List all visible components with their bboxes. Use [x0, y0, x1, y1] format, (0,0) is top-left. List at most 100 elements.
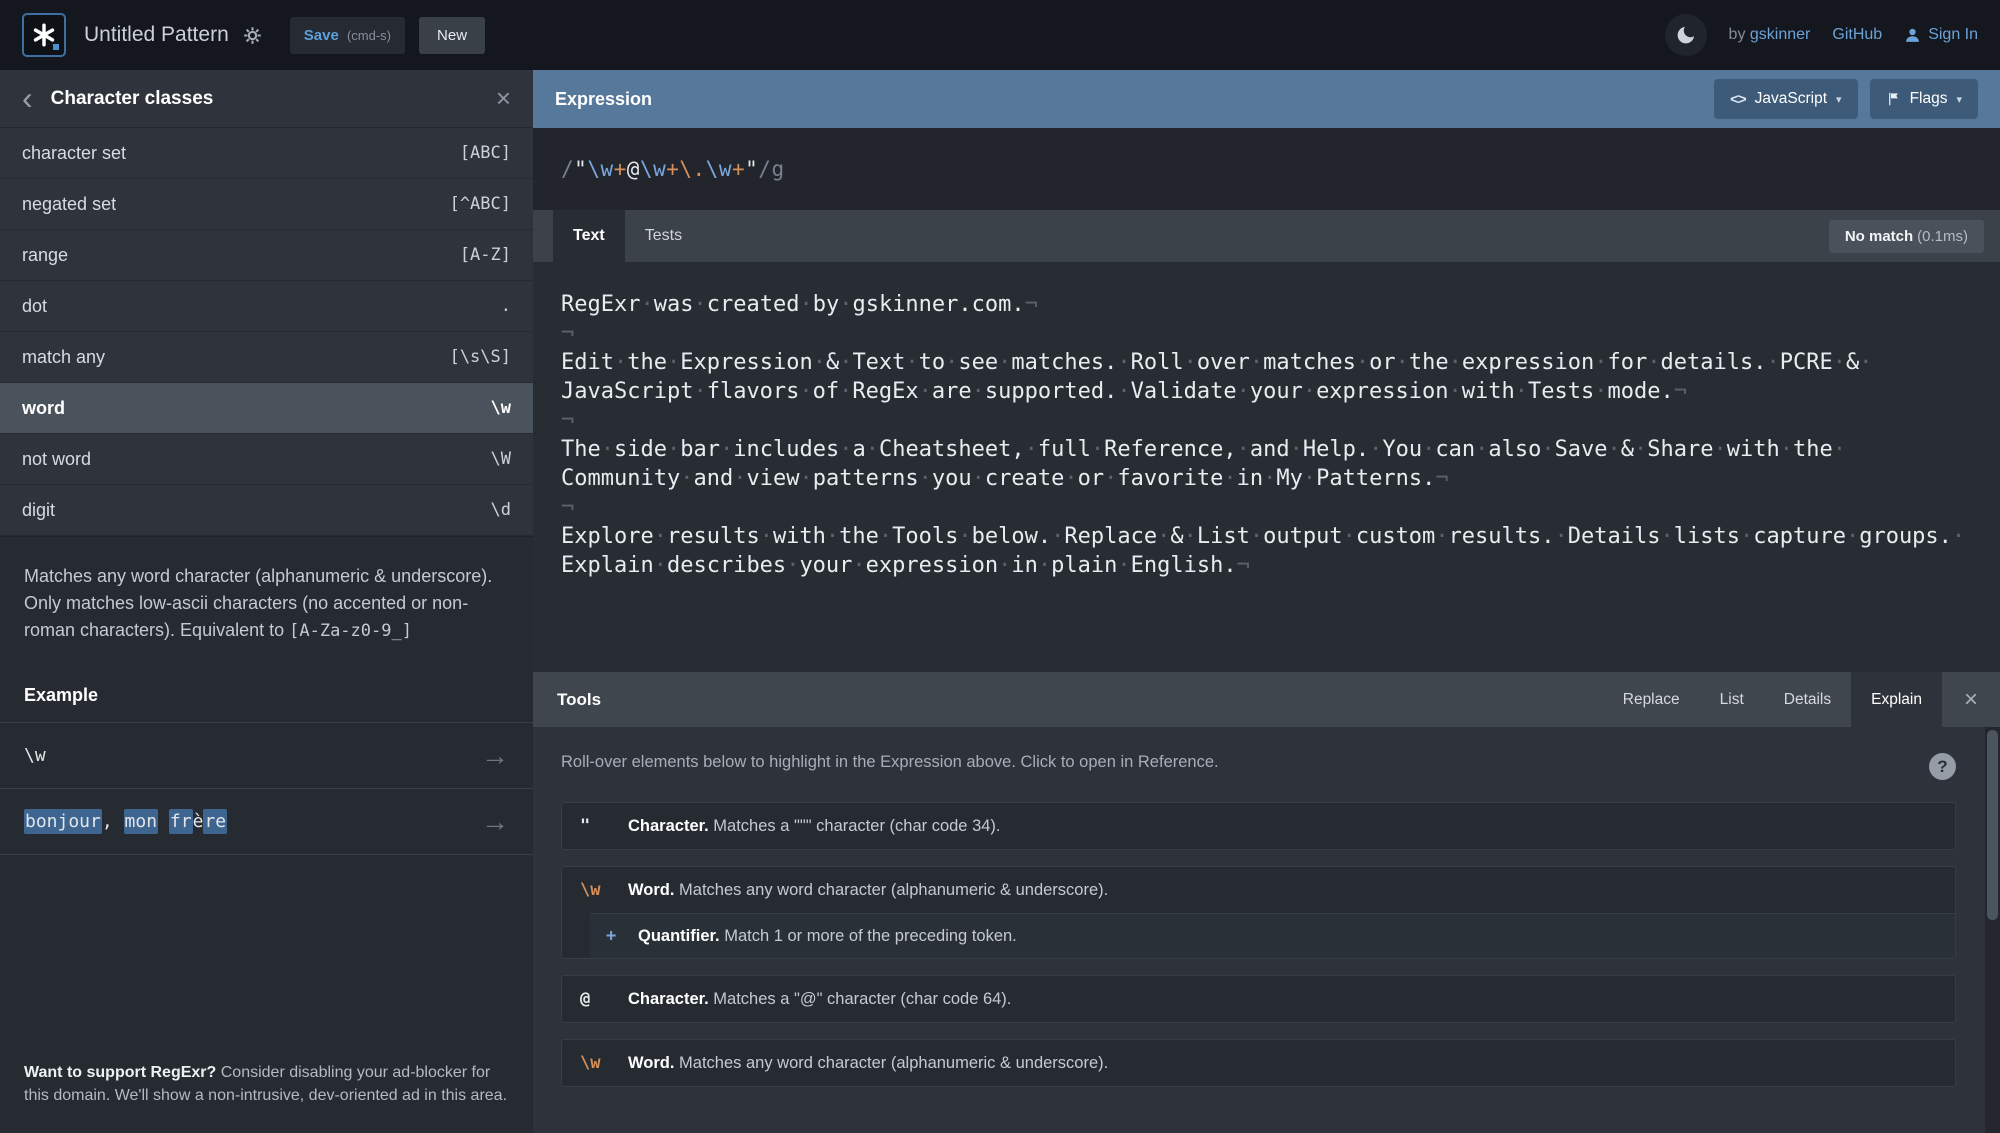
save-shortcut-hint: (cmd-s): [347, 28, 391, 43]
match-status-badge: No match(0.1ms): [1829, 220, 1984, 253]
class-label: negated set: [22, 194, 116, 215]
class-syntax: [\s\S]: [450, 347, 511, 367]
regexr-logo[interactable]: [22, 13, 66, 57]
ad-notice: Want to support RegExr? Consider disabli…: [0, 1041, 533, 1133]
chevron-down-icon: ▾: [1836, 93, 1842, 106]
tools-scrollbar-thumb[interactable]: [1987, 730, 1998, 920]
sidebar-item-word[interactable]: word \w: [0, 383, 533, 434]
explain-row[interactable]: \wWord. Matches any word character (alph…: [562, 867, 1955, 913]
match-time: (0.1ms): [1917, 228, 1968, 245]
tab-tests[interactable]: Tests: [625, 210, 702, 262]
save-button[interactable]: Save (cmd-s): [290, 17, 405, 54]
example-text-row: bonjour, mon frère →: [0, 788, 533, 854]
sidebar-item-digit[interactable]: digit\d: [0, 485, 533, 536]
sidebar-item-negated-set[interactable]: negated set [^ABC]: [0, 179, 533, 230]
class-label: word: [22, 398, 65, 419]
class-syntax: \W: [491, 449, 511, 469]
explain-card: "Character. Matches a """ character (cha…: [561, 802, 1956, 850]
class-syntax: [A-Z]: [460, 245, 511, 265]
insert-arrow-icon[interactable]: →: [481, 742, 509, 770]
content-area: ‹ Character classes × character set[ABC]…: [0, 70, 2000, 1133]
tools-scrollbar[interactable]: [1985, 727, 2000, 1133]
explain-card: \wWord. Matches any word character (alph…: [561, 866, 1956, 959]
chevron-down-icon: ▾: [1956, 93, 1962, 106]
help-icon[interactable]: ?: [1929, 753, 1956, 780]
ad-notice-bold: Want to support RegExr?: [24, 1064, 216, 1081]
back-chevron-icon[interactable]: ‹: [22, 86, 33, 112]
explain-description: Word. Matches any word character (alphan…: [628, 881, 1108, 900]
code-icon: <>: [1730, 91, 1746, 108]
flags-label: Flags: [1910, 90, 1948, 108]
flavor-button[interactable]: <> JavaScript ▾: [1714, 79, 1857, 119]
text-line: Edit·​the·​Expression·​&·​Text·​to·​see·…: [561, 348, 1972, 406]
class-syntax: [^ABC]: [450, 194, 511, 214]
explain-row[interactable]: @Character. Matches a "@" character (cha…: [562, 976, 1955, 1022]
gskinner-link[interactable]: gskinner: [1750, 26, 1810, 43]
sidebar: ‹ Character classes × character set[ABC]…: [0, 70, 533, 1133]
explain-description: Word. Matches any word character (alphan…: [628, 1054, 1108, 1073]
divider: [0, 854, 533, 855]
tools-close-icon[interactable]: ×: [1942, 672, 2000, 727]
new-button[interactable]: New: [419, 17, 485, 54]
class-label: dot: [22, 296, 47, 317]
document-tabs: TextTests: [553, 210, 702, 262]
explain-hint-row: Roll-over elements below to highlight in…: [561, 753, 1956, 780]
explain-card: @Character. Matches a "@" character (cha…: [561, 975, 1956, 1023]
explain-row[interactable]: "Character. Matches a """ character (cha…: [562, 803, 1955, 849]
explain-row[interactable]: +Quantifier. Match 1 or more of the prec…: [590, 913, 1955, 958]
explain-token: +: [606, 926, 638, 946]
explain-description: Character. Matches a """ character (char…: [628, 817, 1001, 836]
save-label: Save: [304, 27, 339, 44]
expression-header-buttons: <> JavaScript ▾ Flags ▾: [1714, 79, 1978, 119]
sidebar-item-dot[interactable]: dot.: [0, 281, 533, 332]
flag-icon: [1886, 91, 1901, 107]
tools-tab-explain[interactable]: Explain: [1851, 672, 1942, 727]
sidebar-close-icon[interactable]: ×: [496, 83, 511, 114]
example-heading: Example: [0, 665, 533, 722]
sidebar-item-range[interactable]: range [A-Z]: [0, 230, 533, 281]
example-pattern: \w: [24, 745, 46, 766]
explain-row[interactable]: \wWord. Matches any word character (alph…: [562, 1040, 1955, 1086]
github-link[interactable]: GitHub: [1832, 26, 1882, 44]
app-header: Untitled Pattern Save (cmd-s) New by gsk…: [0, 0, 2000, 70]
sidebar-item-character-set[interactable]: character set[ABC]: [0, 128, 533, 179]
flavor-label: JavaScript: [1755, 90, 1827, 108]
person-icon: [1904, 27, 1921, 44]
moon-icon: [1675, 24, 1697, 46]
explain-description: Quantifier. Match 1 or more of the prece…: [638, 927, 1017, 946]
tools-content: Roll-over elements below to highlight in…: [533, 727, 2000, 1133]
text-line: ¬: [561, 493, 1972, 522]
document-tabs-bar: TextTests No match(0.1ms): [533, 210, 2000, 262]
explain-card: \wWord. Matches any word character (alph…: [561, 1039, 1956, 1087]
class-label: match any: [22, 347, 105, 368]
flags-button[interactable]: Flags ▾: [1870, 79, 1978, 119]
explain-description: Character. Matches a "@" character (char…: [628, 990, 1011, 1009]
gear-icon[interactable]: [243, 26, 262, 45]
sidebar-item-not-word[interactable]: not word\W: [0, 434, 533, 485]
theme-toggle-button[interactable]: [1665, 14, 1707, 56]
tools-title: Tools: [557, 690, 601, 710]
class-label: digit: [22, 500, 55, 521]
tools-tab-details[interactable]: Details: [1764, 672, 1851, 727]
expression-input[interactable]: /"\w+@\w+\.\w+"/g: [533, 128, 2000, 210]
logo-accent-dot: [53, 44, 59, 50]
tools-tab-list[interactable]: List: [1700, 672, 1764, 727]
signin-link[interactable]: Sign In: [1904, 26, 1978, 44]
tools-header: Tools ReplaceListDetailsExplain ×: [533, 672, 2000, 727]
insert-arrow-icon[interactable]: →: [481, 808, 509, 836]
sidebar-item-match-any[interactable]: match any [\s\S]: [0, 332, 533, 383]
class-label: range: [22, 245, 68, 266]
explain-token: ": [580, 816, 628, 836]
class-syntax: \w: [491, 398, 511, 418]
text-editor[interactable]: RegExr·​was·​created·​by·​gskinner.com.¬…: [533, 262, 2000, 672]
pattern-title[interactable]: Untitled Pattern: [84, 23, 229, 47]
text-line: ¬: [561, 319, 1972, 348]
explain-token: \w: [580, 1053, 628, 1073]
tab-text[interactable]: Text: [553, 210, 625, 262]
class-syntax: [ABC]: [460, 143, 511, 163]
tools-tab-replace[interactable]: Replace: [1603, 672, 1700, 727]
text-line: RegExr·​was·​created·​by·​gskinner.com.¬: [561, 290, 1972, 319]
signin-label: Sign In: [1928, 26, 1978, 44]
text-line: The·​side·​bar·​includes·​a·​Cheatsheet,…: [561, 435, 1972, 493]
sidebar-detail-panel: Matches any word character (alphanumeric…: [0, 536, 533, 1133]
